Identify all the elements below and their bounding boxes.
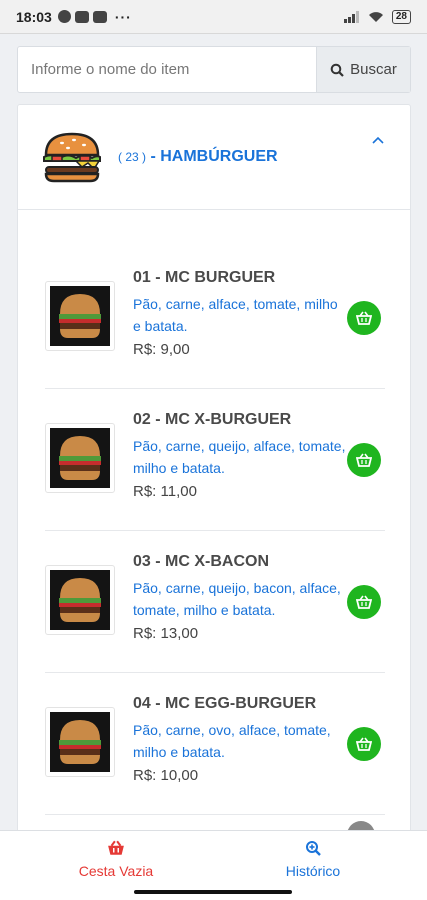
item-name: 01 - MC BURGUER — [133, 269, 276, 286]
category-name: - HAMBÚRGUER — [150, 148, 278, 165]
youtube-icon — [74, 10, 89, 23]
wifi-icon — [368, 11, 383, 22]
list-item: 04 - MC EGG-BURGUER Pão, carne, ovo, alf… — [45, 673, 385, 815]
item-image — [45, 281, 115, 351]
signal-icon — [343, 10, 359, 23]
search-icon — [330, 63, 344, 77]
tab-history-label: Histórico — [285, 863, 341, 879]
basket-icon — [356, 595, 372, 609]
add-to-basket-button[interactable] — [347, 301, 381, 335]
tab-basket[interactable]: Cesta Vazia — [36, 839, 196, 879]
tab-basket-label: Cesta Vazia — [78, 863, 154, 879]
item-price: R$: 13,00 — [133, 625, 199, 642]
home-indicator — [134, 890, 292, 894]
search-bar: Buscar — [17, 46, 411, 93]
status-time: 18:03 — [16, 8, 52, 25]
add-to-basket-button[interactable] — [347, 585, 381, 619]
category-title: ( 23 ) - HAMBÚRGUER — [118, 148, 278, 166]
list-item: 02 - MC X-BURGUER Pão, carne, queijo, al… — [45, 389, 385, 531]
item-name: 04 - MC EGG-BURGUER — [133, 695, 317, 712]
item-name: 03 - MC X-BACON — [133, 553, 270, 570]
chevron-up-icon[interactable] — [372, 131, 384, 147]
tab-history[interactable]: Histórico — [233, 839, 393, 879]
more-notifications-icon: ··· — [114, 8, 132, 25]
item-price: R$: 10,00 — [133, 767, 199, 784]
basket-icon — [356, 311, 372, 325]
whatsapp-icon — [57, 10, 71, 23]
item-description: Pão, carne, alface, tomate, milho e bata… — [133, 296, 338, 334]
item-image — [45, 565, 115, 635]
battery-icon: 28 — [391, 9, 411, 24]
item-image — [45, 423, 115, 493]
category-card: ( 23 ) - HAMBÚRGUER 01 - MC BURGUER Pão,… — [17, 104, 411, 864]
item-price: R$: 9,00 — [133, 341, 190, 358]
item-price: R$: 11,00 — [133, 483, 197, 500]
bottom-nav: Cesta Vazia Histórico — [0, 830, 427, 900]
category-header[interactable]: ( 23 ) - HAMBÚRGUER — [18, 105, 410, 210]
basket-icon — [356, 453, 372, 467]
category-count: ( 23 ) — [118, 150, 147, 164]
search-input[interactable] — [18, 47, 316, 92]
item-description: Pão, carne, queijo, bacon, alface, tomat… — [133, 580, 341, 618]
list-item: 03 - MC X-BACON Pão, carne, queijo, baco… — [45, 531, 385, 673]
status-bar: 18:03 ··· 28 — [0, 0, 427, 34]
youtube-icon — [92, 10, 107, 23]
hamburger-icon — [43, 132, 101, 183]
item-name: 02 - MC X-BURGUER — [133, 411, 292, 428]
add-to-basket-button[interactable] — [347, 443, 381, 477]
item-description: Pão, carne, ovo, alface, tomate, milho e… — [133, 722, 331, 760]
item-list: 01 - MC BURGUER Pão, carne, alface, toma… — [18, 247, 410, 815]
search-plus-icon — [306, 841, 321, 856]
list-item: 01 - MC BURGUER Pão, carne, alface, toma… — [45, 247, 385, 389]
item-description: Pão, carne, queijo, alface, tomate, milh… — [133, 438, 346, 476]
search-button[interactable]: Buscar — [316, 47, 410, 92]
basket-icon — [108, 840, 124, 855]
search-button-label: Buscar — [350, 61, 397, 78]
add-to-basket-button[interactable] — [347, 727, 381, 761]
basket-icon — [356, 737, 372, 751]
item-image — [45, 707, 115, 777]
